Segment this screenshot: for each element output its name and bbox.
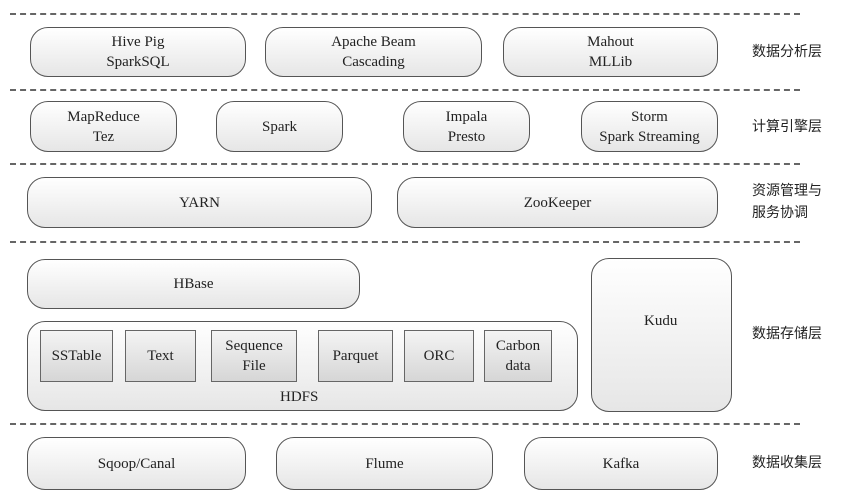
hdfs-label: HDFS [280, 389, 319, 405]
mapreduce-box: MapReduce Tez [30, 101, 177, 152]
divider [10, 163, 800, 165]
kudu-box [591, 258, 732, 412]
impala-box: Impala Presto [403, 101, 530, 152]
format-orc: ORC [404, 330, 474, 382]
divider [10, 241, 800, 243]
divider [10, 89, 800, 91]
mahout-box: Mahout MLLib [503, 27, 718, 77]
hbase-box: HBase [27, 259, 360, 309]
format-sstable: SSTable [40, 330, 113, 382]
format-sequence-file: Sequence File [211, 330, 297, 382]
layer-label-analysis: 数据分析层 [752, 44, 822, 60]
hive-pig-box: Hive Pig SparkSQL [30, 27, 246, 77]
sqoop-box: Sqoop/Canal [27, 437, 246, 490]
divider [10, 13, 800, 15]
storm-box: Storm Spark Streaming [581, 101, 718, 152]
kafka-box: Kafka [524, 437, 718, 490]
divider [10, 423, 800, 425]
kudu-label: Kudu [644, 313, 678, 329]
format-carbondata: Carbon data [484, 330, 552, 382]
yarn-box: YARN [27, 177, 372, 228]
apache-beam-box: Apache Beam Cascading [265, 27, 482, 77]
zookeeper-box: ZooKeeper [397, 177, 718, 228]
format-parquet: Parquet [318, 330, 393, 382]
layer-label-storage: 数据存储层 [752, 326, 822, 342]
layer-label-ingestion: 数据收集层 [752, 455, 822, 471]
spark-box: Spark [216, 101, 343, 152]
layer-label-compute: 计算引擎层 [752, 119, 822, 135]
format-text: Text [125, 330, 196, 382]
layer-label-resource: 资源管理与 服务协调 [752, 183, 822, 221]
flume-box: Flume [276, 437, 493, 490]
